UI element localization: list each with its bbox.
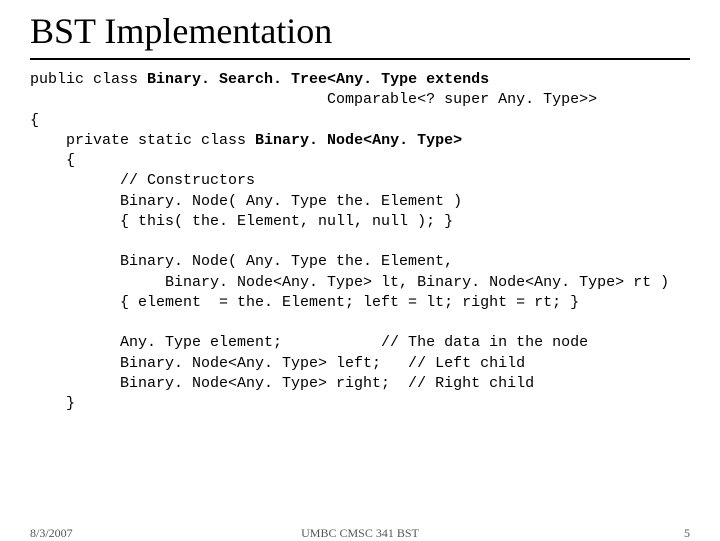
title-underline	[30, 58, 690, 60]
code-line-15: Binary. Node<Any. Type> left; // Left ch…	[30, 355, 525, 372]
footer-page: 5	[684, 526, 690, 541]
code-line-17: }	[30, 395, 75, 412]
footer-center: UMBC CMSC 341 BST	[0, 526, 720, 541]
code-line-5: {	[30, 152, 75, 169]
code-line-1b: Binary. Search. Tree<Any. Type extends	[147, 71, 489, 88]
code-line-2: Comparable<? super Any. Type>>	[30, 91, 597, 108]
code-line-12: { element = the. Element; left = lt; rig…	[30, 294, 579, 311]
slide: BST Implementation public class Binary. …	[0, 0, 720, 540]
code-line-6: // Constructors	[30, 172, 255, 189]
code-line-8: { this( the. Element, null, null ); }	[30, 213, 453, 230]
code-line-4a: private static class	[30, 132, 255, 149]
code-line-3: {	[30, 112, 39, 129]
code-block: public class Binary. Search. Tree<Any. T…	[30, 70, 690, 414]
slide-title: BST Implementation	[30, 10, 690, 54]
code-line-1a: public class	[30, 71, 147, 88]
code-line-4b: Binary. Node<Any. Type>	[255, 132, 462, 149]
code-line-16: Binary. Node<Any. Type> right; // Right …	[30, 375, 534, 392]
code-line-11: Binary. Node<Any. Type> lt, Binary. Node…	[30, 274, 669, 291]
code-line-7: Binary. Node( Any. Type the. Element )	[30, 193, 462, 210]
code-line-10: Binary. Node( Any. Type the. Element,	[30, 253, 453, 270]
code-line-14: Any. Type element; // The data in the no…	[30, 334, 588, 351]
